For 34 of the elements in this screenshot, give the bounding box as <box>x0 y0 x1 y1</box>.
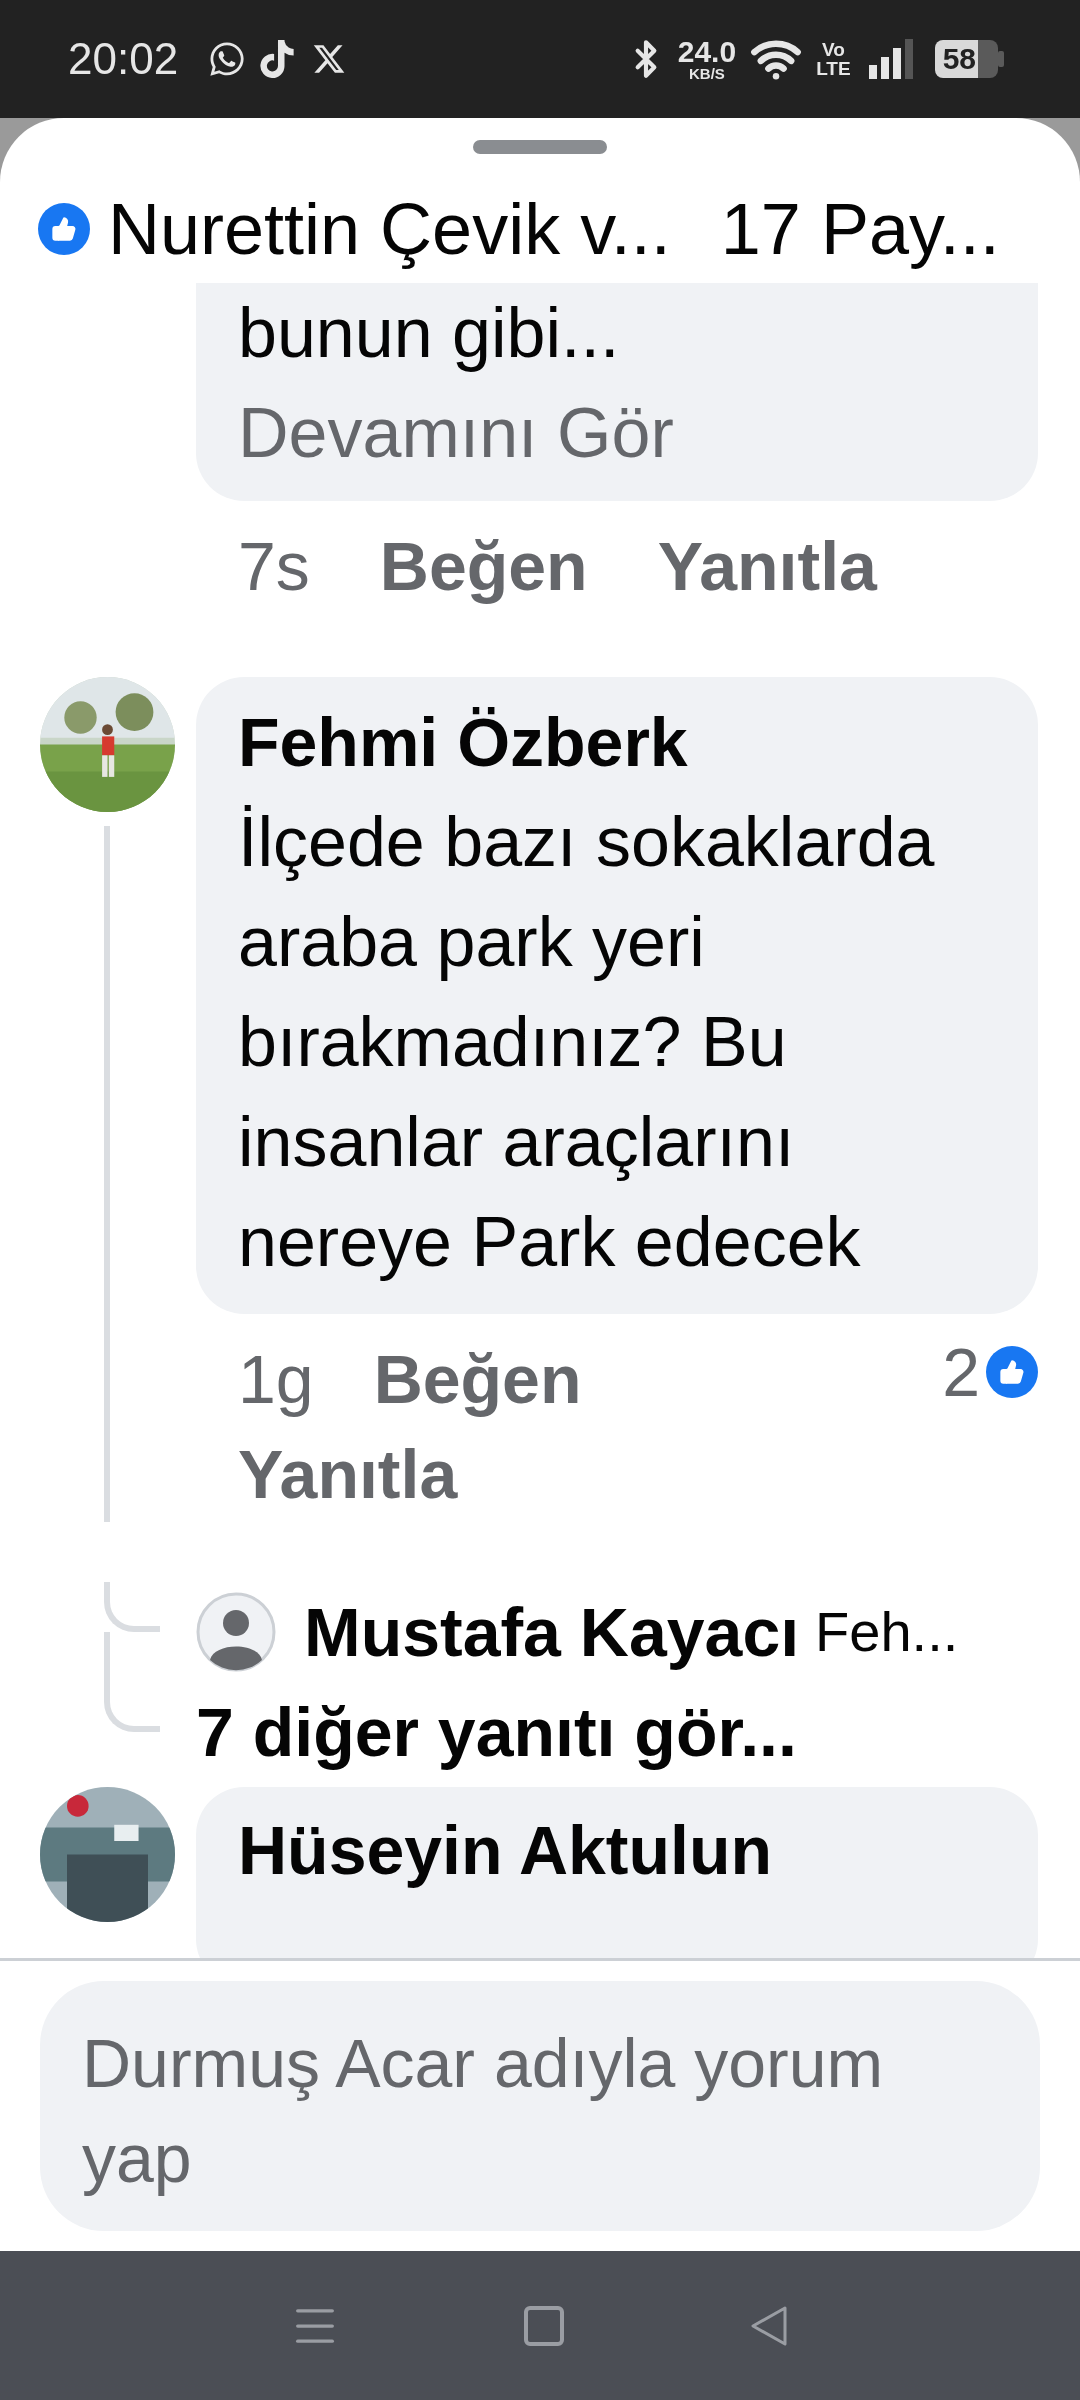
comment-author[interactable]: Hüseyin Aktulun <box>238 1812 772 1888</box>
reactors-title[interactable]: Nurettin Çevik v... <box>108 175 671 283</box>
net-unit: KB/S <box>689 65 725 81</box>
comment-text: İlçede bazı sokaklarda araba park yeri bırakmadınız? Bu insanlar araçlarını nereye Park edecek <box>238 802 936 1283</box>
battery-level: 58 <box>934 40 978 78</box>
drag-handle[interactable] <box>473 139 607 154</box>
thread-connector <box>104 1582 160 1632</box>
comment-time: 7s <box>238 527 310 606</box>
more-replies-link[interactable]: 7 diğer yanıtı gör... <box>196 1681 797 1783</box>
volte-label: Vo <box>821 40 845 59</box>
like-icon <box>986 1346 1038 1398</box>
battery-end-icon <box>978 40 1004 78</box>
reply-link[interactable]: Yanıtla <box>657 515 877 617</box>
like-link[interactable]: Beğen <box>373 1332 582 1427</box>
comment-time: 1g <box>238 1340 314 1419</box>
reaction-count[interactable]: 2 <box>942 1321 980 1423</box>
comment-author[interactable]: Fehmi Özberk <box>238 692 1008 792</box>
reply-preview: Feh... <box>815 1599 959 1665</box>
see-more-link[interactable]: Devamını Gör <box>238 383 996 483</box>
default-avatar-icon <box>196 1592 276 1672</box>
shares-count[interactable]: 17 Pay... <box>720 175 1000 283</box>
lte-label: LTE <box>816 59 851 78</box>
whatsapp-icon <box>208 40 247 78</box>
x-icon <box>312 42 347 76</box>
status-time: 20:02 <box>68 33 179 85</box>
comment-input[interactable]: Durmuş Acar adıyla yorum yap <box>40 1981 1040 2231</box>
like-icon <box>38 203 90 255</box>
reply-link[interactable]: Yanıtla <box>238 1427 458 1522</box>
reply-author[interactable]: Mustafa Kayacı <box>304 1581 800 1683</box>
net-speed: 24.0 <box>677 37 737 66</box>
tiktok-icon <box>260 40 295 78</box>
thread-connector <box>104 1682 160 1732</box>
comment-text: bunun gibi... <box>238 293 621 374</box>
like-link[interactable]: Beğen <box>379 515 588 617</box>
